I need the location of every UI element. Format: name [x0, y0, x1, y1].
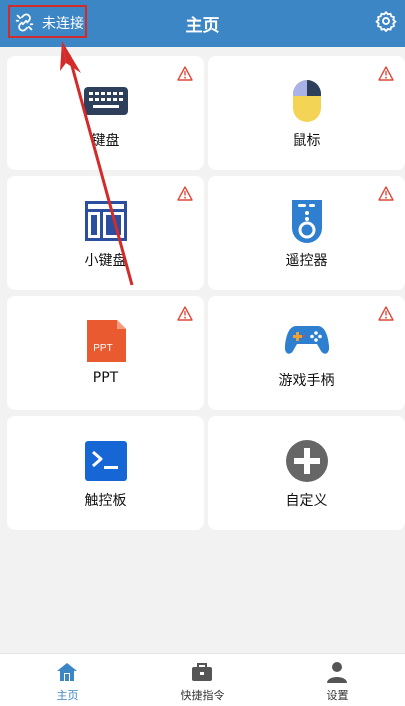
- card-label: 自定义: [285, 493, 328, 509]
- app-header: 未连接 主页: [0, 0, 405, 47]
- card-custom[interactable]: 自定义: [208, 416, 405, 530]
- tab-label: 主页: [56, 689, 79, 702]
- tab-home[interactable]: 主页: [0, 654, 135, 706]
- keyboard-icon: [84, 87, 128, 115]
- warning-icon: [177, 306, 193, 321]
- home-icon: [57, 663, 77, 681]
- warning-icon: [378, 186, 394, 201]
- card-touchpad[interactable]: 触控板: [7, 416, 204, 530]
- ppt-icon-text: PPT: [93, 343, 112, 354]
- remote-control-icon: [292, 200, 322, 243]
- tab-label: 设置: [326, 689, 349, 702]
- warning-icon: [378, 306, 394, 321]
- card-label: 游戏手柄: [278, 373, 335, 389]
- gamepad-icon: [284, 326, 330, 354]
- card-gamepad[interactable]: 游戏手柄: [208, 296, 405, 410]
- add-custom-icon: [286, 440, 328, 482]
- ppt-icon: PPT: [87, 320, 126, 362]
- card-label: 触控板: [84, 493, 127, 509]
- bottom-tab-bar: 主页 快捷指令 设置: [0, 653, 405, 706]
- card-label: 鼠标: [292, 133, 321, 149]
- gear-icon[interactable]: [375, 10, 397, 32]
- numpad-icon: [85, 201, 127, 241]
- tab-shortcuts[interactable]: 快捷指令: [135, 654, 270, 706]
- tab-settings[interactable]: 设置: [270, 654, 405, 706]
- card-ppt[interactable]: PPT PPT: [7, 296, 204, 410]
- briefcase-icon: [192, 663, 212, 681]
- card-keyboard[interactable]: 键盘: [7, 56, 204, 170]
- person-icon: [327, 662, 347, 683]
- warning-icon: [177, 186, 193, 201]
- tab-label: 快捷指令: [180, 689, 225, 702]
- card-label: 键盘: [91, 133, 120, 149]
- warning-icon: [378, 66, 394, 81]
- card-label: 遥控器: [285, 253, 328, 269]
- mouse-icon: [293, 80, 321, 122]
- warning-icon: [177, 66, 193, 81]
- terminal-touchpad-icon: [85, 441, 127, 481]
- card-mouse[interactable]: 鼠标: [208, 56, 405, 170]
- card-numpad[interactable]: 小键盘: [7, 176, 204, 290]
- card-remote-control[interactable]: 遥控器: [208, 176, 405, 290]
- card-label: PPT: [92, 370, 119, 386]
- card-label: 小键盘: [84, 253, 127, 269]
- page-title: 主页: [185, 16, 220, 36]
